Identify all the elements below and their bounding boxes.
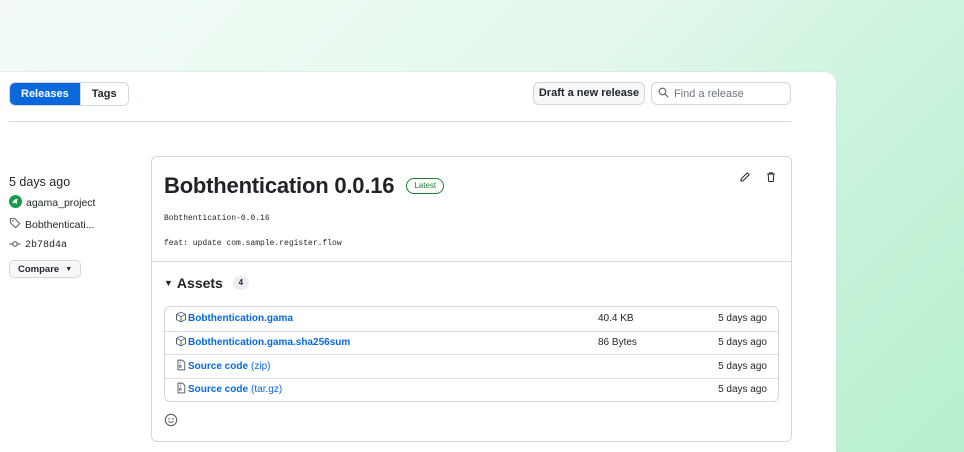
release-author[interactable]: agama_project (9, 195, 129, 211)
trash-icon[interactable] (765, 170, 777, 188)
release-tag-line: Bobthentication-0.0.16 (164, 214, 270, 223)
asset-row: Source code (tar.gz) 5 days ago (165, 377, 778, 402)
asset-name-cell: Source code (zip) (175, 359, 270, 374)
assets-count: 4 (232, 276, 249, 290)
assets-toggle[interactable]: ▼ Assets 4 (164, 275, 249, 291)
release-title[interactable]: Bobthentication 0.0.16 (164, 173, 395, 199)
release-notes: feat: update com.sample.register.flow (164, 239, 342, 248)
tag-name: Bobthenticati... (25, 218, 95, 231)
asset-date: 5 days ago (718, 360, 767, 372)
release-tag[interactable]: Bobthenticati... (9, 217, 129, 232)
header-divider (9, 121, 791, 122)
compare-label: Compare (18, 263, 60, 275)
asset-size: 86 Bytes (598, 337, 637, 349)
release-search[interactable] (651, 82, 791, 105)
pencil-icon[interactable] (739, 170, 751, 188)
release-sidebar: 5 days ago agama_project Bobthenticati..… (9, 175, 129, 278)
release-time: 5 days ago (9, 175, 71, 189)
package-icon (175, 335, 188, 350)
package-icon (175, 311, 188, 326)
avatar (9, 195, 26, 211)
tab-releases[interactable]: Releases (10, 83, 80, 105)
asset-format[interactable]: (tar.gz) (251, 384, 282, 395)
asset-link[interactable]: Bobthentication.gama (188, 313, 293, 324)
release-actions (739, 170, 777, 188)
asset-link[interactable]: Source code (188, 361, 248, 372)
releases-panel: Releases Tags Draft a new release 5 days… (0, 72, 836, 452)
tab-tags[interactable]: Tags (79, 83, 128, 105)
release-commit[interactable]: 2b78d4a (9, 238, 129, 253)
triangle-down-icon: ▼ (164, 278, 173, 288)
commit-icon (9, 238, 25, 253)
commit-sha: 2b78d4a (25, 240, 68, 251)
search-icon (658, 85, 669, 103)
file-zip-icon (175, 382, 188, 397)
latest-badge: Latest (406, 178, 445, 194)
file-zip-icon (175, 359, 188, 374)
asset-date: 5 days ago (718, 337, 767, 349)
asset-name-cell: Bobthentication.gama.sha256sum (175, 335, 350, 350)
asset-size: 40.4 KB (598, 313, 634, 325)
smiley-icon (164, 413, 178, 431)
tag-icon (9, 217, 25, 232)
assets-list: Bobthentication.gama 40.4 KB 5 days ago … (164, 306, 779, 402)
author-name: agama_project (26, 197, 96, 209)
asset-name-cell: Bobthentication.gama (175, 311, 293, 326)
reaction-button[interactable] (164, 413, 178, 432)
release-header: Bobthentication 0.0.16 Latest (164, 173, 445, 199)
caret-down-icon: ▼ (65, 265, 73, 273)
asset-name-cell: Source code (tar.gz) (175, 382, 282, 397)
search-input[interactable] (674, 87, 784, 100)
card-divider (152, 261, 791, 262)
asset-row: Source code (zip) 5 days ago (165, 354, 778, 378)
asset-date: 5 days ago (718, 313, 767, 325)
assets-heading: Assets (176, 275, 223, 291)
draft-release-button[interactable]: Draft a new release (533, 82, 645, 105)
releases-tags-switch: Releases Tags (9, 82, 129, 106)
asset-format[interactable]: (zip) (251, 361, 270, 372)
asset-row: Bobthentication.gama 40.4 KB 5 days ago (165, 307, 778, 331)
asset-link[interactable]: Bobthentication.gama.sha256sum (188, 337, 350, 348)
asset-date: 5 days ago (718, 384, 767, 396)
release-card: Bobthentication 0.0.16 Latest Bobthentic… (151, 156, 792, 442)
asset-link[interactable]: Source code (188, 384, 248, 395)
compare-button[interactable]: Compare ▼ (9, 260, 82, 278)
asset-row: Bobthentication.gama.sha256sum 86 Bytes … (165, 330, 778, 355)
